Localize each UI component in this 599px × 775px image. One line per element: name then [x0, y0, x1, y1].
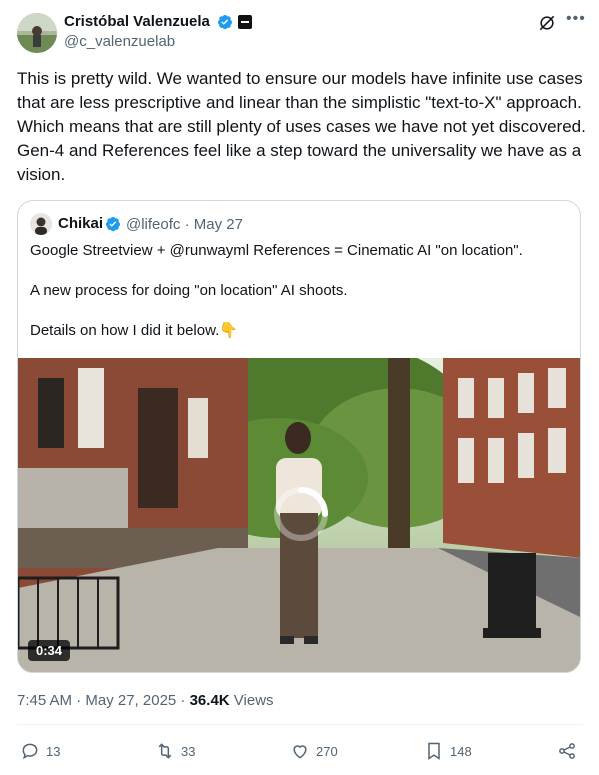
- quoted-text-line: A new process for doing "on location" AI…: [30, 282, 348, 299]
- share-button[interactable]: [557, 740, 583, 762]
- share-icon: [559, 743, 575, 759]
- divider: [17, 724, 583, 725]
- quoted-verified-badge-icon: [106, 217, 120, 232]
- repost-count: 33: [181, 743, 196, 759]
- video-duration-badge: 0:34: [28, 640, 71, 661]
- quoted-author-avatar[interactable]: [30, 213, 52, 235]
- like-button[interactable]: 270: [290, 740, 338, 762]
- bookmark-button[interactable]: 148: [424, 740, 472, 762]
- author-handle[interactable]: @c_valenzuelab: [64, 33, 175, 51]
- quoted-post-text: Google Streetview + @runwayml References…: [30, 241, 570, 361]
- quoted-author-name[interactable]: Chikai: [58, 215, 103, 232]
- author-name[interactable]: Cristóbal Valenzuela: [64, 13, 210, 31]
- quoted-text-line: Details on how I did it below.👇: [30, 322, 238, 339]
- repost-button[interactable]: 33: [155, 740, 195, 762]
- reply-button[interactable]: 13: [20, 740, 60, 762]
- bookmark-count: 148: [450, 743, 472, 759]
- views-label: Views: [229, 692, 274, 709]
- repost-icon: [158, 743, 172, 759]
- reply-icon: [22, 743, 38, 760]
- quoted-post-card[interactable]: Chikai @lifeofc · May 27 Google Streetvi…: [17, 200, 581, 673]
- more-options-icon[interactable]: •••: [566, 10, 586, 28]
- like-count: 270: [316, 743, 338, 759]
- post-date[interactable]: 7:45 AM · May 27, 2025 ·: [17, 692, 190, 709]
- post-text: This is pretty wild. We wanted to ensure…: [17, 69, 586, 184]
- heart-icon: [293, 745, 307, 759]
- video-player[interactable]: 0:34: [18, 358, 580, 672]
- quoted-text-line: Google Streetview + @runwayml References…: [30, 242, 523, 259]
- reply-count: 13: [46, 743, 61, 759]
- author-avatar[interactable]: [17, 13, 57, 53]
- affiliation-badge-icon[interactable]: [238, 15, 252, 29]
- post-timestamp[interactable]: 7:45 AM · May 27, 2025 · 36.4K Views: [17, 692, 274, 709]
- grok-icon[interactable]: [537, 13, 557, 33]
- bookmark-icon: [428, 742, 440, 760]
- video-thumbnail: [18, 358, 580, 672]
- quoted-handle-date[interactable]: @lifeofc · May 27: [126, 216, 243, 233]
- views-count: 36.4K: [189, 692, 230, 709]
- verified-badge-icon: [218, 15, 232, 30]
